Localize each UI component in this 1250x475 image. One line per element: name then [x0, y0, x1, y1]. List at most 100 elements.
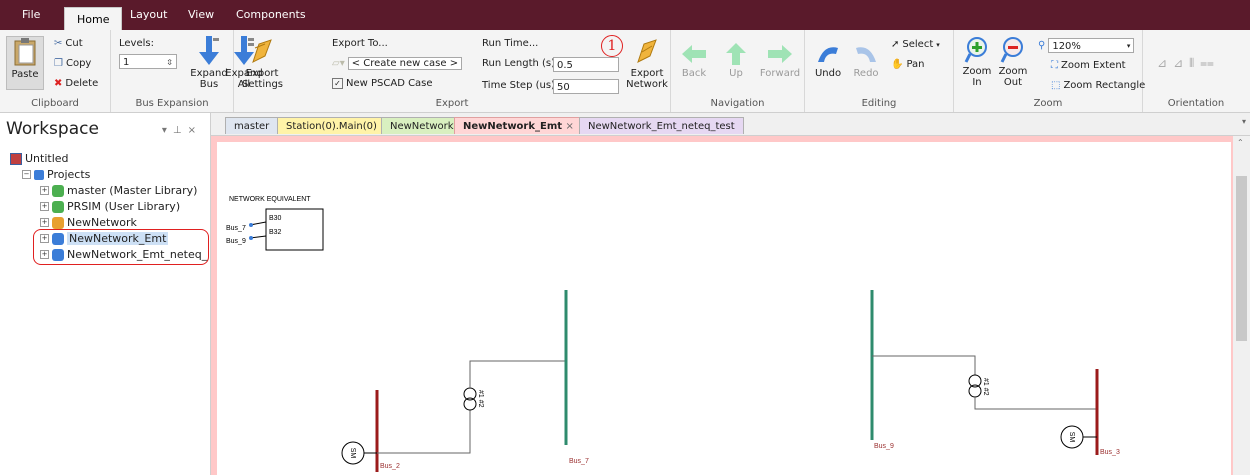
tree-item-prsim[interactable]: + PRSIM (User Library) — [40, 200, 180, 213]
rotate-left-icon[interactable]: ⊿ — [1157, 56, 1173, 70]
tab-newnetwork-emt-neteq-test[interactable]: NewNetwork_Emt_neteq_test — [579, 117, 744, 134]
orientation-group: ⊿⊿⫴⩵ Orientation — [1143, 30, 1249, 112]
expand-icon[interactable]: + — [40, 202, 49, 211]
cut-button[interactable]: ✂ Cut — [54, 38, 83, 49]
zoom-extent-button[interactable]: ⛶ Zoom Extent — [1051, 60, 1126, 71]
annotation-highlight — [33, 229, 209, 265]
redo-button[interactable]: Redo — [849, 42, 883, 79]
copy-button[interactable]: ❐ Copy — [54, 58, 91, 69]
export-network-button[interactable]: Export Network — [626, 36, 668, 90]
tab-label: NewNetwork_Emt_neteq_test — [588, 121, 735, 132]
tab-station-main[interactable]: Station(0).Main(0) — [277, 117, 386, 134]
forward-label: Forward — [759, 68, 801, 79]
network-equivalent-title: NETWORK EQUIVALENT — [229, 196, 311, 203]
spinner-arrows-icon: ⇳ — [166, 58, 173, 67]
workspace-icon — [10, 152, 22, 165]
zoom-rectangle-button[interactable]: ⬚ Zoom Rectangle — [1051, 80, 1145, 91]
levels-spinner[interactable]: 1 ⇳ — [119, 54, 177, 69]
close-icon[interactable]: × — [188, 125, 202, 136]
tab-overflow-icon[interactable]: ▾ — [1242, 117, 1246, 126]
expand-icon[interactable]: + — [40, 218, 49, 227]
export-settings-button[interactable]: Export Settings — [242, 36, 283, 90]
ribbon: Paste ✂ Cut ❐ Copy ✖ Delete Clipboard Level… — [0, 30, 1250, 113]
zoom-out-button[interactable]: Zoom Out — [996, 36, 1030, 88]
expand-icon[interactable]: + — [40, 186, 49, 195]
menu-bar: File Home Layout View Components — [0, 0, 1250, 31]
export-group-label: Export — [435, 98, 469, 109]
up-arrow-icon — [726, 43, 746, 65]
expand-bus-button[interactable]: Expand Bus — [189, 36, 229, 90]
select-button[interactable]: ➚ Select ▾ — [891, 39, 940, 50]
editing-group-label: Editing — [861, 98, 897, 109]
pin-icon[interactable]: ⊥ — [173, 125, 188, 136]
tree-label: NewNetwork — [67, 216, 137, 229]
create-case-value: < Create new case > — [347, 57, 463, 70]
menu-layout[interactable]: Layout — [118, 0, 179, 30]
bus-9-label: Bus_9 — [874, 443, 894, 450]
redo-label: Redo — [853, 68, 879, 79]
tree-item-projects[interactable]: − Projects — [22, 168, 90, 181]
menu-view[interactable]: View — [176, 0, 226, 30]
rotate-right-icon[interactable]: ⊿ — [1173, 56, 1189, 70]
forward-arrow-icon — [768, 45, 792, 63]
pan-button[interactable]: ✋ Pan — [891, 59, 925, 70]
flip-horizontal-icon[interactable]: ⫴ — [1189, 56, 1200, 70]
zoom-in-icon — [964, 37, 987, 63]
tab-newnetwork-emt[interactable]: NewNetwork_Emt × — [454, 117, 583, 134]
export-to-label: Export To... — [332, 38, 388, 49]
menu-components[interactable]: Components — [224, 0, 318, 30]
menu-file[interactable]: File — [10, 0, 52, 30]
collapse-icon[interactable]: − — [22, 170, 31, 179]
document-icon: ▱▾ — [332, 58, 345, 69]
flip-vertical-icon[interactable]: ⩵ — [1200, 56, 1220, 70]
zoom-level-field: 120% ▾ — [1048, 38, 1135, 53]
new-case-checkbox[interactable]: ✓ New PSCAD Case — [332, 78, 433, 89]
tab-label: Station(0).Main(0) — [286, 121, 377, 132]
eq-port-b32: B32 — [269, 229, 282, 236]
up-label: Up — [729, 68, 743, 79]
scrollbar-thumb[interactable] — [1236, 176, 1247, 341]
tab-master[interactable]: master — [225, 117, 279, 134]
select-label: Select — [902, 39, 934, 50]
zoom-level-dropdown[interactable]: ⚲ 120% ▾ — [1038, 38, 1135, 53]
dropdown-icon[interactable]: ▾ — [162, 125, 173, 136]
machine-label-right: SM — [1068, 432, 1075, 443]
up-button[interactable]: Up — [721, 42, 751, 79]
run-length-input[interactable]: 0.5 — [553, 57, 619, 72]
connection-dot — [249, 223, 253, 227]
zoom-in-button[interactable]: Zoom In — [960, 36, 994, 88]
menu-home[interactable]: Home — [64, 7, 123, 31]
bus-3-label: Bus_3 — [1100, 449, 1120, 456]
bus-2-label: Bus_2 — [380, 463, 400, 470]
zoom-rectangle-icon: ⬚ — [1051, 80, 1061, 91]
tab-label: NewNetwork — [390, 121, 454, 132]
tab-label: master — [234, 121, 270, 132]
wire-transformer-bus7 — [469, 360, 566, 388]
zoom-out-label: Zoom Out — [998, 66, 1028, 88]
schematic-sheet[interactable]: NETWORK EQUIVALENT B30 B32 Bus_7 Bus_9 B… — [217, 142, 1231, 475]
time-step-input[interactable]: 50 — [553, 79, 619, 94]
forward-button[interactable]: Forward — [759, 42, 801, 79]
navigation-group: Back Up Forward Navigation — [671, 30, 805, 112]
create-case-dropdown[interactable]: ▱▾ < Create new case > — [332, 57, 463, 70]
undo-button[interactable]: Undo — [811, 42, 845, 79]
bus-expansion-group: Levels: 1 ⇳ Expand Bus Expand All Bus Exp… — [111, 30, 263, 112]
back-button[interactable]: Back — [677, 42, 711, 79]
cursor-icon: ➚ — [891, 39, 900, 50]
scroll-up-icon[interactable]: ⌃ — [1237, 138, 1244, 147]
tree-item-newnetwork[interactable]: + NewNetwork — [40, 216, 137, 229]
clipboard-group: Paste ✂ Cut ❐ Copy ✖ Delete Clipboard — [0, 30, 111, 112]
paste-button[interactable]: Paste — [6, 36, 44, 90]
close-icon[interactable]: × — [566, 121, 574, 132]
bus-expansion-group-label: Bus Expansion — [135, 98, 209, 109]
tree-item-master[interactable]: + master (Master Library) — [40, 184, 197, 197]
delete-button[interactable]: ✖ Delete — [54, 78, 98, 89]
vertical-scrollbar[interactable]: ⌃ — [1233, 136, 1250, 475]
wire-transformer-bus3 — [974, 397, 1097, 410]
tree-item-untitled[interactable]: Untitled — [10, 152, 69, 165]
tab-newnetwork[interactable]: NewNetwork — [381, 117, 463, 134]
navigation-group-label: Navigation — [710, 98, 765, 109]
export-group: Export Settings Export To... ▱▾ < Create … — [234, 30, 671, 112]
checkbox-icon: ✓ — [332, 78, 343, 89]
magnifier-icon: ⚲ — [1038, 40, 1046, 51]
